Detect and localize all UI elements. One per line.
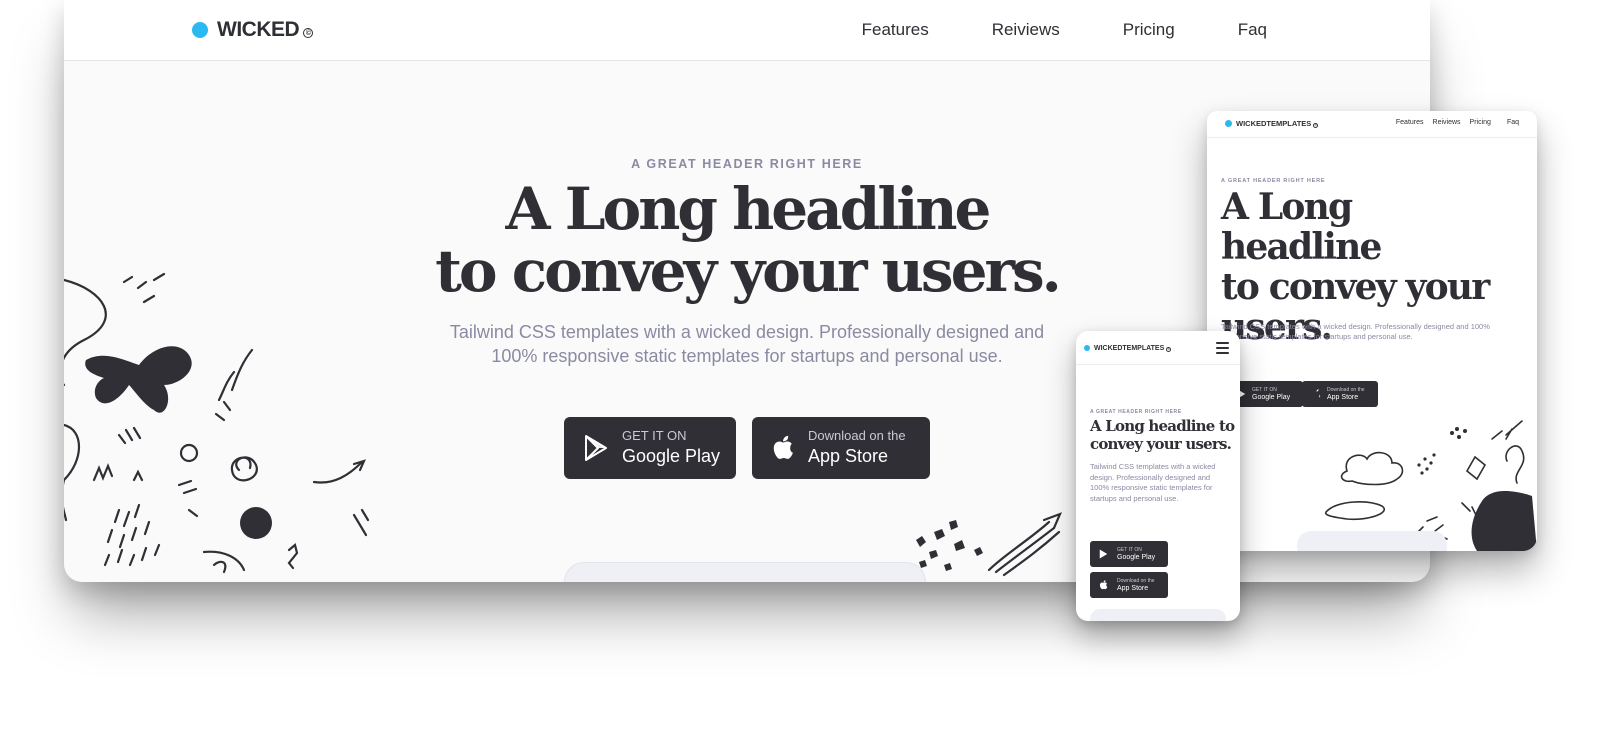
google-play-icon: [584, 435, 608, 461]
tablet-nav-reviews[interactable]: Reiviews: [1433, 119, 1461, 126]
menu-bar: [1216, 352, 1229, 354]
apple-icon: [1099, 580, 1108, 590]
tablet-navbar: WICKEDTEMPLATES © Features Reiviews Pric…: [1207, 111, 1537, 138]
app-store-button[interactable]: Download on the App Store: [752, 417, 930, 479]
desktop-headline-line1: A Long headline: [505, 175, 992, 243]
tablet-bottom-card: [1297, 531, 1447, 551]
tablet-headline-line1: A Long headline: [1221, 186, 1382, 268]
tablet-app-store-button[interactable]: Download on the App Store: [1302, 381, 1378, 407]
phone-headline: A Long headline to convey your users.: [1090, 417, 1240, 453]
google-play-big-text: Google Play: [622, 446, 721, 466]
tablet-doodle-illustration: [1325, 420, 1537, 551]
logo-dot-icon: [192, 22, 208, 38]
phone-logo[interactable]: WICKEDTEMPLATES ©: [1084, 344, 1172, 352]
tablet-brand-name: WICKEDTEMPLATES: [1236, 119, 1312, 128]
apple-icon: [1312, 389, 1321, 399]
tablet-nav-features[interactable]: Features: [1396, 119, 1424, 126]
phone-eyebrow: A GREAT HEADER RIGHT HERE: [1090, 409, 1182, 415]
desktop-brand-name: WICKED: [217, 18, 300, 41]
tablet-subtext: Tailwind CSS templates with a wicked des…: [1221, 322, 1511, 342]
hamburger-menu-icon[interactable]: [1216, 342, 1229, 354]
logo-dot-icon: [1084, 345, 1090, 351]
desktop-logo[interactable]: WICKED ©: [192, 18, 314, 42]
tablet-google-play-button[interactable]: GET IT ON Google Play: [1229, 381, 1303, 407]
tablet-headline-line2: to convey your: [1221, 266, 1490, 308]
menu-bar: [1216, 342, 1229, 344]
tablet-google-play-big-text: Google Play: [1252, 393, 1291, 401]
copyright-icon: ©: [303, 28, 314, 38]
google-play-button[interactable]: GET IT ON Google Play: [564, 417, 736, 479]
desktop-nav-links: Features Reiviews Pricing Faq: [799, 20, 1267, 40]
desktop-bottom-card: [564, 562, 926, 582]
phone-app-store-big-text: App Store: [1117, 584, 1149, 592]
desktop-subtext-line2: 100% responsive static templates for sta…: [491, 346, 1003, 366]
app-store-big-text: App Store: [808, 446, 889, 466]
nav-link-reviews[interactable]: Reiviews: [992, 20, 1060, 40]
desktop-subtext-line1: Tailwind CSS templates with a wicked des…: [449, 322, 1045, 342]
left-doodle-illustration: [64, 272, 370, 574]
tablet-mockup: WICKEDTEMPLATES © Features Reiviews Pric…: [1207, 111, 1537, 551]
logo-dot-icon: [1225, 120, 1232, 127]
phone-mockup: WICKEDTEMPLATES © A GREAT HEADER RIGHT H…: [1076, 331, 1240, 621]
tablet-nav-faq[interactable]: Faq: [1507, 119, 1519, 126]
tablet-eyebrow: A GREAT HEADER RIGHT HERE: [1221, 178, 1326, 184]
nav-link-pricing[interactable]: Pricing: [1123, 20, 1175, 40]
google-play-small-text: GET IT ON: [622, 428, 687, 443]
nav-link-features[interactable]: Features: [862, 20, 929, 40]
tablet-nav-links: Features Reiviews Pricing Faq: [1387, 119, 1519, 126]
right-doodle-illustration: [916, 512, 1063, 577]
desktop-headline-line2: to convey your users.: [435, 237, 1062, 305]
copyright-icon: ©: [1166, 347, 1172, 352]
phone-google-play-button[interactable]: GET IT ON Google Play: [1090, 541, 1168, 567]
phone-subtext: Tailwind CSS templates with a wicked des…: [1090, 462, 1216, 503]
tablet-subtext-line1: Tailwind CSS templates with a wicked des…: [1221, 322, 1490, 331]
phone-nav-divider: [1076, 364, 1240, 365]
apple-icon: [772, 435, 794, 461]
phone-headline-line2: convey your users.: [1090, 435, 1232, 453]
phone-app-store-button[interactable]: Download on the App Store: [1090, 572, 1168, 598]
tablet-app-store-big-text: App Store: [1327, 393, 1359, 401]
google-play-icon: [1099, 549, 1108, 559]
tablet-nav-pricing[interactable]: Pricing: [1470, 119, 1491, 126]
nav-link-faq[interactable]: Faq: [1238, 20, 1267, 40]
phone-brand-name: WICKEDTEMPLATES: [1094, 344, 1165, 352]
phone-google-play-big-text: Google Play: [1117, 553, 1156, 561]
phone-bottom-card: [1090, 609, 1226, 621]
tablet-subtext-line2: responsive static templates for startups…: [1221, 332, 1413, 341]
copyright-icon: ©: [1313, 122, 1319, 128]
menu-bar: [1216, 347, 1229, 349]
app-store-small-text: Download on the: [808, 428, 906, 443]
phone-headline-line1: A Long headline to: [1090, 417, 1235, 435]
desktop-navbar: WICKED © Features Reiviews Pricing Faq: [64, 0, 1430, 61]
tablet-logo[interactable]: WICKEDTEMPLATES ©: [1225, 119, 1319, 128]
